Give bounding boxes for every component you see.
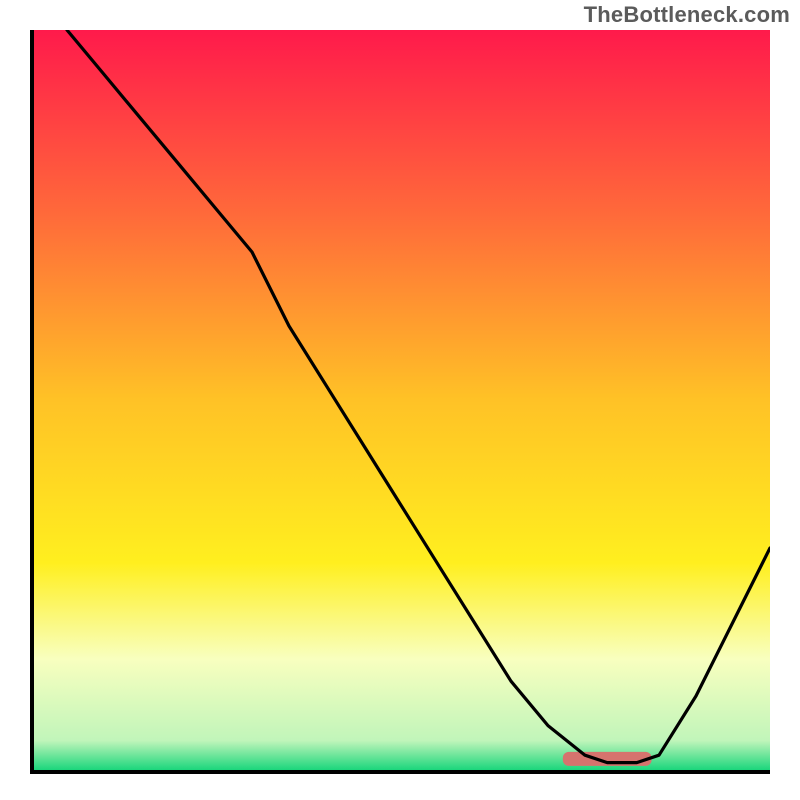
x-axis	[30, 770, 770, 774]
bottleneck-curve	[67, 30, 770, 763]
plot-area	[30, 30, 770, 770]
chart-container: TheBottleneck.com	[0, 0, 800, 800]
curve-layer	[30, 30, 770, 770]
watermark-text: TheBottleneck.com	[584, 2, 790, 28]
y-axis	[30, 30, 34, 770]
